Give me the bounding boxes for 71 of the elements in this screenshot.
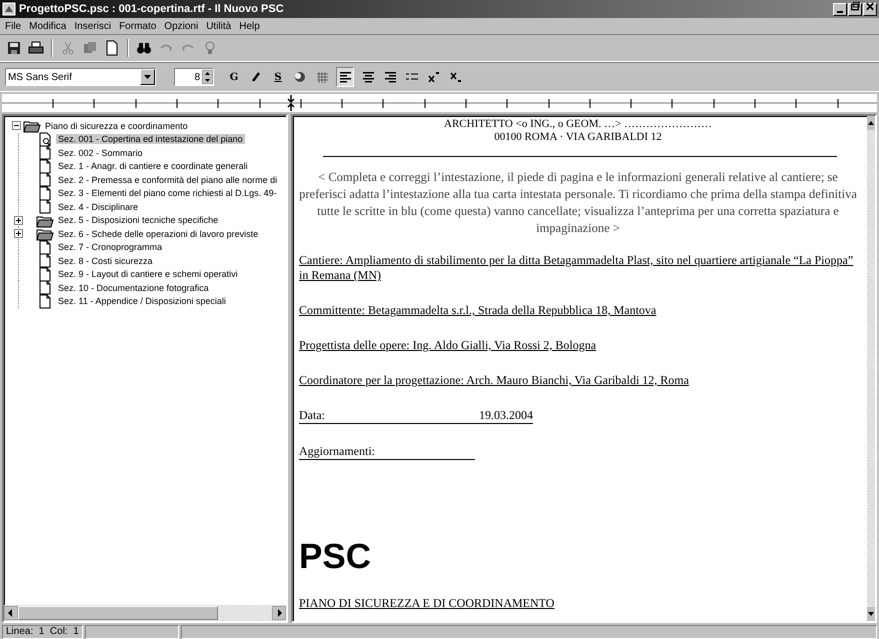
page-icon — [104, 40, 120, 56]
menu-item[interactable]: Modifica — [29, 20, 66, 32]
scissors-icon — [60, 40, 76, 56]
tree-item[interactable]: Piano di sicurezza e coordinamento — [43, 120, 190, 131]
header-text: 00100 ROMA · VIA GARIBALDI 12 — [493, 131, 663, 144]
tree-item[interactable]: Sez. 001 - Copertina ed intestazione del piano — [56, 134, 245, 144]
field-text: PIANO DI SICUREZZA E DI COORDINAMENTO — [299, 596, 554, 610]
tree-item[interactable]: Sez. 4 - Disciplinare — [56, 202, 140, 212]
expand-icon[interactable] — [14, 216, 23, 225]
tree-item[interactable]: Sez. 3 - Elementi del piano come richiesti al D.Lgs. 49- — [56, 188, 279, 198]
tree-item[interactable]: Sez. 8 - Costi sicurezza — [56, 256, 155, 266]
font-dropdown[interactable]: MS Sans Serif — [5, 68, 156, 86]
underline-button[interactable]: S — [270, 68, 286, 86]
minimize-button[interactable] — [833, 2, 847, 16]
menu-item[interactable]: Opzioni — [164, 20, 198, 32]
italic-icon — [251, 72, 261, 82]
window-title: ProgettoPSC.psc : 001-copertina.rtf - Il Nuovo PSC — [19, 3, 285, 15]
ruler[interactable] — [2, 94, 877, 112]
printer-icon — [28, 40, 44, 56]
copy-icon — [82, 40, 98, 56]
restore-icon — [849, 0, 861, 12]
align-right-icon — [384, 72, 396, 82]
restore-button[interactable] — [848, 2, 862, 16]
field-text: Coordinatore per la progettazione: Arch. Mauro Bianchi, Via Garibaldi 12, Roma — [299, 373, 689, 387]
menu-item[interactable]: Formato — [119, 20, 156, 32]
dropdown-arrow-icon — [144, 75, 151, 79]
align-center-icon — [362, 72, 374, 82]
tree-item[interactable]: Sez. 10 - Documentazione fotografica — [56, 282, 211, 293]
ball-icon — [294, 71, 306, 83]
superscript-icon — [428, 72, 440, 82]
scroll-right-icon[interactable] — [272, 606, 286, 620]
header-text: ARCHITETTO <o ING., o GEOM. …> …………………… — [443, 118, 713, 131]
tree-item[interactable]: Sez. 002 - Sommario — [56, 148, 145, 158]
tree-item[interactable]: Sez. 6 - Schede delle operazioni di lavoro previste — [56, 228, 260, 239]
expand-icon[interactable] — [14, 229, 23, 238]
date-field: Data: 19.03.2004 — [299, 408, 533, 424]
instruction-note: < Completa e correggi l’intestazione, il piede di pagina e le informazioni generali relative al cantiere; se preferisci adatta l’intestazione alla tua carta intestata personale. Ti ricordiamo che prima della stampa definitiva tutte le scritte in blu (come questa) vanno cancellate; visualizza l’anteprima per una corretta spaziatura e impaginazione > — [299, 169, 857, 237]
grid-icon — [316, 72, 328, 82]
spinner-arrows-icon — [202, 70, 213, 84]
menu-item[interactable]: Inserisci — [74, 20, 112, 32]
tree-item[interactable]: Sez. 9 - Layout di cantiere e schemi operativi — [56, 269, 240, 280]
close-button[interactable] — [863, 2, 877, 16]
save-button[interactable] — [5, 39, 23, 57]
bold-button[interactable]: G — [226, 68, 242, 86]
subscript-icon — [450, 72, 462, 82]
tree-item[interactable]: Sez. 11 - Appendice / Disposizioni speciali — [56, 296, 228, 306]
list-icon — [406, 72, 418, 82]
tree-item[interactable]: Sez. 2 - Premessa e conformità del piano alle norme di — [56, 174, 280, 185]
align-left-button[interactable] — [336, 67, 354, 87]
tree-item[interactable]: Sez. 5 - Disposizioni tecniche specifiche — [56, 215, 220, 226]
menu-item[interactable]: File — [5, 20, 22, 32]
font-size-spinner[interactable]: 8 — [174, 68, 214, 86]
tree-item[interactable]: Sez. 1 - Anagr. di cantiere e coordinate generali — [56, 161, 250, 172]
app-icon — [2, 2, 16, 16]
document-title: PSC — [299, 537, 371, 576]
scroll-left-icon[interactable] — [4, 606, 18, 620]
menu-item[interactable]: Help — [239, 20, 260, 32]
binoculars-icon — [136, 40, 152, 56]
align-left-icon — [340, 72, 350, 82]
horizontal-scrollbar[interactable] — [4, 605, 286, 621]
minimize-icon — [837, 10, 843, 12]
menu-item[interactable]: Utilità — [206, 20, 232, 32]
save-icon — [6, 40, 22, 56]
collapse-icon[interactable] — [12, 121, 21, 130]
close-icon — [864, 0, 876, 12]
tree-item[interactable]: Sez. 7 - Cronoprogramma — [56, 242, 164, 252]
status-text: Linea: 1 Col: 1 — [2, 625, 83, 639]
field-text: Progettista delle opere: Ing. Aldo Gialli, Via Rossi 2, Bologna — [299, 338, 596, 352]
field-text: Cantiere: Ampliamento di stabilimento per la ditta Betagammadelta Plast, sito nel quartiere artigianale “La Pioppa” in Remana (MN) — [299, 253, 854, 282]
updates-field: Aggiornamenti: — [299, 444, 475, 460]
field-text: Committente: Betagammadelta s.r.l., Strada della Repubblica 18, Mantova — [299, 303, 656, 317]
